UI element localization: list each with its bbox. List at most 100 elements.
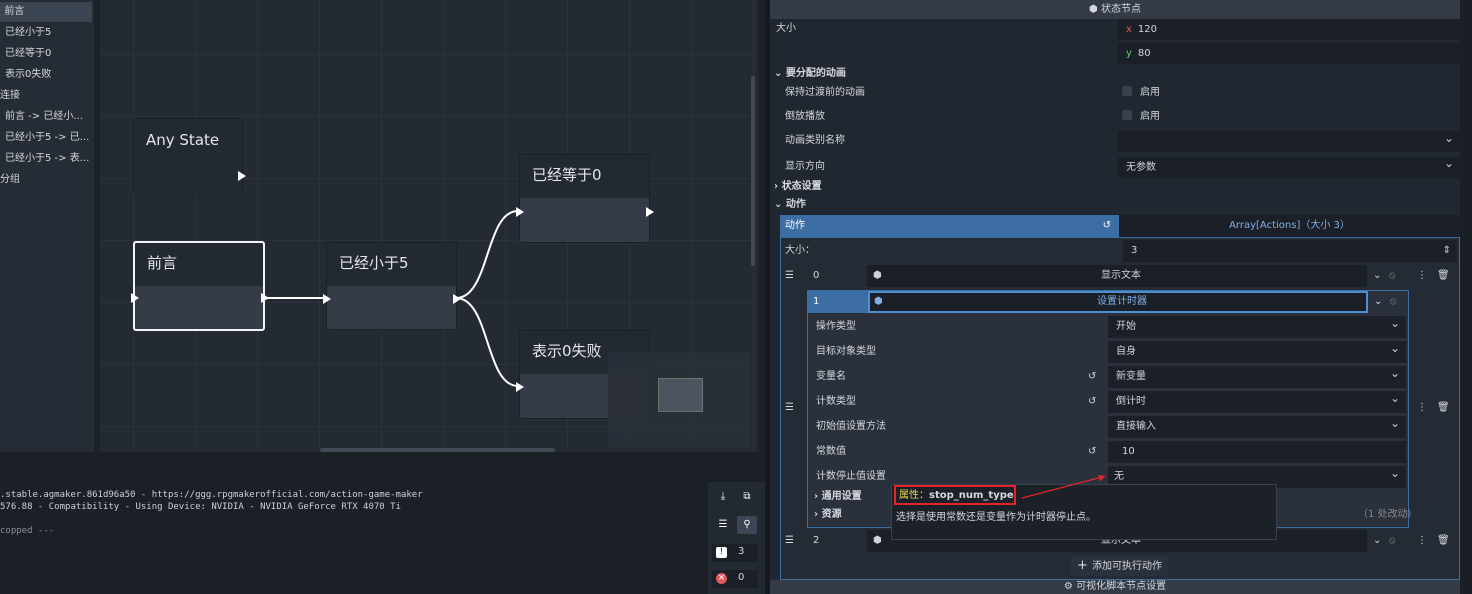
tooltip-title: 属性：stop_num_type — [894, 485, 1016, 505]
section-resources[interactable]: › 资源 — [814, 504, 842, 526]
cube-icon: ⬢ — [873, 270, 882, 281]
array-size-label: 大小： — [785, 245, 815, 256]
prop-label: 操作类型 — [816, 321, 856, 332]
cube-icon: ⬢ — [1089, 4, 1101, 15]
variable-name-select[interactable]: 新变量 — [1108, 362, 1406, 388]
tree-item-less5[interactable]: 已经小于5 — [0, 23, 92, 43]
size-x-field[interactable]: x 120 — [1118, 19, 1460, 40]
input-port[interactable] — [516, 207, 524, 217]
revert-icon[interactable]: ↺ — [1088, 366, 1096, 388]
node-less5[interactable]: 已经小于5 — [323, 242, 461, 330]
keep-anim-label: 保持过渡前的动画 — [785, 87, 865, 98]
action-item-1-button[interactable]: ⬢ 设置计时器 — [868, 291, 1368, 313]
drag-handle-icon[interactable]: ☰ — [785, 265, 794, 287]
clear-icon[interactable]: ⦸ — [1389, 265, 1396, 287]
op-type-select[interactable]: 开始 — [1108, 312, 1406, 338]
output-port[interactable] — [453, 294, 461, 304]
actions-array-button[interactable]: Array[Actions]（大小 3） — [1119, 215, 1460, 237]
anim-category-select[interactable] — [1118, 127, 1460, 152]
node-any-state[interactable]: Any State — [133, 118, 246, 195]
drag-handle-icon[interactable]: ☰ — [785, 530, 794, 552]
minimap[interactable] — [608, 352, 750, 447]
scene-tree-panel: · 前言 已经小于5 已经等于0 表示0失败 连接 前言 -> 已经小... 已… — [0, 0, 94, 452]
delete-icon[interactable]: 🗑 — [1437, 530, 1450, 552]
plus-icon: + — [1077, 558, 1093, 573]
size-y-field[interactable]: y 80 — [1118, 43, 1460, 64]
array-size-spinner[interactable]: 3 ⇕ — [1123, 240, 1457, 262]
visual-script-header[interactable]: ⚙ 可视化脚本节点设置 — [770, 580, 1460, 594]
revert-icon[interactable]: ↺ — [1088, 441, 1096, 463]
target-type-select[interactable]: 自身 — [1108, 337, 1406, 363]
add-action-button[interactable]: + 添加可执行动作 — [1071, 556, 1169, 576]
tree-item-conn-1[interactable]: 前言 -> 已经小... — [0, 107, 92, 127]
inspector-panel: ⬢ 状态节点 大小 x 120 y 80 ⌄ 要分配的动画 保持过渡前的动画 启用 … — [770, 0, 1460, 594]
prop-label: 目标对象类型 — [816, 346, 876, 357]
input-port[interactable] — [323, 294, 331, 304]
chevron-down-icon[interactable]: ⌄ — [1373, 530, 1381, 552]
chevron-down-icon[interactable]: ⌄ — [1374, 291, 1382, 313]
more-icon[interactable]: ⋮ — [1417, 530, 1427, 552]
warnings-toggle[interactable]: ! 3 — [712, 544, 758, 562]
more-icon[interactable]: ⋮ — [1417, 397, 1427, 419]
graph-vscroll[interactable] — [751, 76, 755, 266]
revert-icon[interactable]: ↺ — [1103, 215, 1111, 237]
output-port[interactable] — [646, 207, 654, 217]
prop-label: 计数停止值设置 — [816, 471, 886, 482]
delete-icon[interactable]: 🗑 — [1437, 397, 1450, 419]
panel-divider[interactable] — [765, 0, 770, 594]
warning-icon: ! — [716, 547, 727, 558]
input-port[interactable] — [516, 382, 524, 392]
display-dir-label: 显示方向 — [785, 161, 825, 172]
copy-icon[interactable]: ⧉ — [737, 488, 757, 506]
error-icon: × — [716, 573, 727, 584]
revert-icon[interactable]: ↺ — [1088, 391, 1096, 413]
minimap-viewport[interactable] — [658, 378, 703, 412]
tooltip-description: 选择是使用常数还是变量作为计时器停止点。 — [896, 512, 1096, 523]
changes-count: （1 处改动） — [1358, 509, 1418, 520]
tree-item-eq0[interactable]: 已经等于0 — [0, 44, 92, 64]
reverse-checkbox[interactable]: 启用 — [1122, 106, 1160, 128]
input-port[interactable] — [131, 293, 139, 303]
cube-icon: ⬢ — [874, 296, 883, 307]
chevron-down-icon[interactable]: ⌄ — [1373, 265, 1381, 287]
delete-icon[interactable]: 🗑 — [1437, 265, 1450, 287]
count-type-select[interactable]: 倒计时 — [1108, 387, 1406, 413]
clear-icon[interactable]: ⦸ — [1389, 530, 1396, 552]
tree-section-groups[interactable]: 分组 — [0, 170, 92, 190]
prop-label: 变量名 — [816, 371, 846, 382]
gear-icon: ⚙ — [1063, 581, 1077, 592]
annotation-arrow — [1021, 475, 1106, 499]
action-item-0-button[interactable]: ⬢ 显示文本 — [867, 265, 1367, 287]
output-port[interactable] — [261, 293, 269, 303]
download-icon[interactable]: ⤓ — [713, 488, 733, 506]
search-icon[interactable]: ⚲ — [737, 516, 757, 534]
tree-section-connections[interactable]: 连接 — [0, 86, 92, 106]
tree-item-conn-2[interactable]: 已经小于5 -> 已... — [0, 128, 92, 148]
state-graph-canvas[interactable]: Any State 前言 已经小于5 已经等于0 表示0失败 — [100, 0, 758, 452]
reverse-label: 倒放播放 — [785, 111, 825, 122]
inspector-header: ⬢ 状态节点 — [770, 0, 1460, 19]
actions-property-label: 动作 ↺ — [780, 215, 1119, 237]
tree-item-fail0[interactable]: 表示0失败 — [0, 65, 92, 85]
item-index: 2 — [813, 535, 820, 546]
output-port[interactable] — [238, 171, 246, 181]
tree-item-conn-3[interactable]: 已经小于5 -> 表... — [0, 149, 92, 169]
more-icon[interactable]: ⋮ — [1417, 265, 1427, 287]
constant-value-input[interactable]: 10 — [1108, 441, 1406, 463]
section-actions[interactable]: ⌄ 动作 — [774, 194, 806, 216]
keep-anim-checkbox[interactable]: 启用 — [1122, 82, 1160, 104]
console-toolbar: ⤓ ⧉ ☰ ⚲ ! 3 × 0 — [708, 482, 765, 594]
display-dir-select[interactable]: 无参数 — [1118, 153, 1460, 178]
clear-icon[interactable]: ⦸ — [1390, 291, 1397, 313]
filter-icon[interactable]: ☰ — [713, 516, 733, 534]
errors-toggle[interactable]: × 0 — [712, 570, 758, 588]
drag-handle-icon[interactable]: ☰ — [785, 397, 794, 419]
inspector-scrollbar[interactable] — [1460, 0, 1472, 594]
init-method-select[interactable]: 直接输入 — [1108, 412, 1406, 438]
prop-label: 常数值 — [816, 446, 846, 457]
item-index: 1 — [808, 291, 868, 313]
prop-label: 计数类型 — [816, 396, 856, 407]
tree-item-intro[interactable]: · 前言 — [0, 2, 92, 22]
node-intro[interactable]: 前言 — [131, 241, 269, 331]
node-eq0[interactable]: 已经等于0 — [516, 154, 654, 243]
